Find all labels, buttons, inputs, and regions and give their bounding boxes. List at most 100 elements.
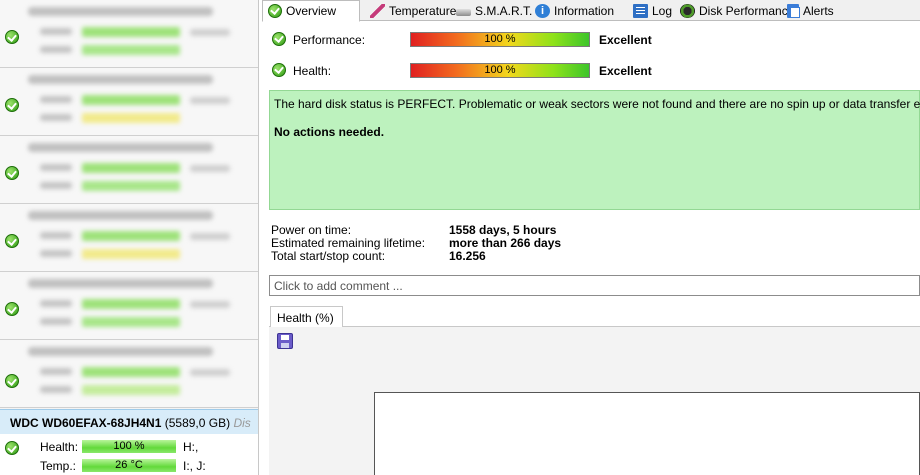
blurred-extra — [190, 165, 230, 172]
detail-label: Estimated remaining lifetime: — [271, 236, 426, 250]
performance-bar-text: 100 % — [484, 33, 516, 45]
disk-entry-blurred[interactable] — [0, 136, 258, 204]
ok-status-icon — [5, 234, 19, 248]
performance-row: Performance: 100 % Excellent — [262, 28, 920, 50]
blurred-bar — [82, 367, 180, 377]
tab-log[interactable]: Log — [628, 0, 672, 21]
selected-disk-entry[interactable]: WDC WD60EFAX-68JH4N1 (5589,0 GB) Dis Hea… — [0, 409, 258, 475]
chart-tab-bar: Health (%) — [269, 305, 920, 328]
tab-temperature[interactable]: Temperature — [365, 0, 456, 21]
blurred-disk-title — [28, 143, 213, 152]
blurred-disk-title — [28, 347, 213, 356]
blurred-bar — [82, 163, 180, 173]
mini-temp-bar: 26 °C — [82, 459, 176, 472]
ok-status-icon — [5, 302, 19, 316]
mini-temp-label: Temp.: — [40, 459, 77, 473]
comment-input[interactable] — [269, 275, 920, 296]
drive-icon — [456, 8, 471, 16]
disk-capacity: (5589,0 GB) — [164, 416, 231, 430]
health-bar-text: 100 % — [484, 64, 516, 76]
detail-value: 16.256 — [449, 249, 486, 263]
blurred-label — [40, 164, 72, 171]
blurred-label — [40, 386, 72, 393]
blurred-label — [40, 182, 72, 189]
blurred-label — [40, 368, 72, 375]
blurred-extra — [190, 233, 230, 240]
blurred-label — [40, 96, 72, 103]
chart-area — [269, 327, 920, 475]
check-circle-icon — [268, 4, 282, 18]
tab-label: Alerts — [803, 3, 834, 18]
mini-temp-drives: I:, J: — [183, 459, 206, 473]
disk-entry-blurred[interactable] — [0, 0, 258, 68]
detail-value: more than 266 days — [449, 236, 562, 250]
tab-information[interactable]: i Information — [530, 0, 614, 21]
blurred-label — [40, 250, 72, 257]
tab-label: Log — [652, 3, 673, 18]
disk-list-sidebar: WDC WD60EFAX-68JH4N1 (5589,0 GB) Dis Hea… — [0, 0, 259, 475]
chart-tab-label: Health (%) — [277, 311, 334, 325]
mini-health-drives: H:, — [183, 440, 199, 454]
selected-disk-header: WDC WD60EFAX-68JH4N1 (5589,0 GB) Dis — [0, 410, 258, 434]
performance-rating: Excellent — [599, 33, 652, 47]
blurred-extra — [190, 369, 230, 376]
blurred-bar — [82, 231, 180, 241]
blurred-disk-title — [28, 211, 213, 220]
blurred-bar — [82, 249, 180, 259]
tab-overview[interactable]: Overview — [262, 0, 360, 22]
tab-disk-performance[interactable]: Disk Performance — [675, 0, 794, 21]
check-circle-icon — [272, 63, 286, 77]
tab-smart[interactable]: S.M.A.R.T. — [451, 0, 532, 21]
disk-description: Dis — [233, 416, 251, 430]
main-panel: Overview Temperature S.M.A.R.T. i Inform… — [262, 0, 920, 475]
alerts-icon — [787, 3, 800, 18]
detail-label: Total start/stop count: — [271, 249, 386, 263]
performance-label: Performance: — [293, 33, 366, 47]
disk-entry-blurred[interactable] — [0, 340, 258, 408]
blurred-disk-title — [28, 279, 213, 288]
blurred-bar — [82, 181, 180, 191]
ok-status-icon — [5, 98, 19, 112]
blurred-label — [40, 114, 72, 121]
blurred-extra — [190, 301, 230, 308]
ok-status-icon — [5, 166, 19, 180]
detail-label: Power on time: — [271, 223, 352, 237]
save-icon[interactable] — [277, 333, 293, 349]
blurred-label — [40, 28, 72, 35]
mini-health-bar: 100 % — [82, 440, 176, 453]
blurred-disk-title — [28, 7, 213, 16]
tab-label: Information — [554, 3, 615, 18]
health-bar: 100 % — [410, 63, 590, 78]
health-rating: Excellent — [599, 64, 652, 78]
blurred-bar — [82, 317, 180, 327]
thermometer-icon — [370, 3, 385, 18]
blurred-bar — [82, 113, 180, 123]
blurred-bar — [82, 95, 180, 105]
blurred-bar — [82, 299, 180, 309]
mini-temp-row: Temp.: 26 °C I:, J: — [0, 457, 258, 473]
blurred-extra — [190, 29, 230, 36]
log-icon — [633, 3, 648, 18]
mini-health-label: Health: — [40, 440, 79, 454]
status-message: The hard disk status is PERFECT. Problem… — [274, 97, 920, 111]
disk-entry-blurred[interactable] — [0, 204, 258, 272]
health-label: Health: — [293, 64, 332, 78]
performance-icon — [680, 3, 695, 18]
disk-entry-blurred[interactable] — [0, 272, 258, 340]
ok-status-icon — [5, 30, 19, 44]
detail-value: 1558 days, 5 hours — [449, 223, 557, 237]
tab-label: Disk Performance — [699, 3, 795, 18]
blurred-bar — [82, 45, 180, 55]
disk-model: WDC WD60EFAX-68JH4N1 — [10, 416, 162, 430]
disk-entry-blurred[interactable] — [0, 68, 258, 136]
blurred-label — [40, 232, 72, 239]
tab-alerts[interactable]: Alerts — [782, 0, 834, 21]
tab-label: Temperature — [389, 3, 457, 18]
tab-bar: Overview Temperature S.M.A.R.T. i Inform… — [262, 0, 920, 22]
tab-health-chart[interactable]: Health (%) — [270, 306, 343, 328]
info-icon: i — [535, 3, 550, 18]
blurred-bar — [82, 27, 180, 37]
mini-health-row: Health: 100 % H:, — [0, 438, 258, 454]
health-row: Health: 100 % Excellent — [262, 59, 920, 81]
blurred-disk-title — [28, 75, 213, 84]
